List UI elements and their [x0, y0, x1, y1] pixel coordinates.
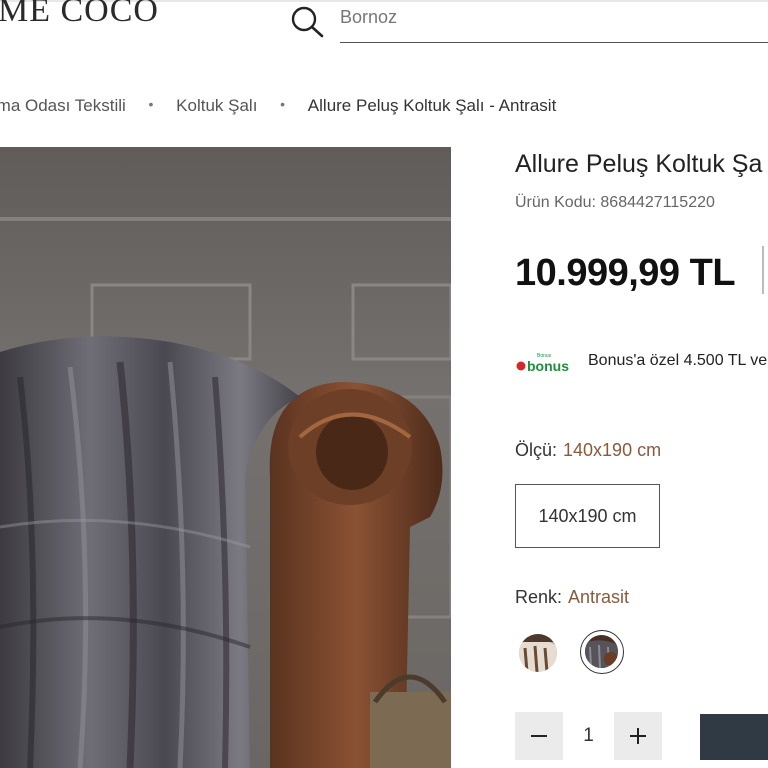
- bonus-campaign-text: Bonus'a özel 4.500 TL ve: [588, 352, 768, 369]
- size-label-text: Ölçü:: [515, 440, 558, 460]
- size-label: Ölçü: 140x190 cm: [515, 440, 661, 461]
- price-divider: [762, 246, 764, 294]
- color-label-text: Renk:: [515, 587, 563, 607]
- size-selected-value: 140x190 cm: [563, 440, 662, 460]
- quantity-increase-button[interactable]: [614, 712, 662, 760]
- plus-icon: [630, 728, 646, 744]
- search-input[interactable]: [340, 0, 768, 43]
- quantity-input[interactable]: [563, 712, 614, 760]
- breadcrumb-item-category[interactable]: rma Odası Tekstili: [0, 96, 126, 116]
- breadcrumb-separator: •: [280, 96, 286, 112]
- breadcrumb: rma Odası Tekstili • Koltuk Şalı • Allur…: [0, 96, 556, 116]
- breadcrumb-separator: •: [148, 96, 154, 112]
- search-icon[interactable]: [289, 4, 325, 38]
- breadcrumb-item-koltuk-sali[interactable]: Koltuk Şalı: [176, 96, 257, 116]
- product-price: 10.999,99 TL: [515, 252, 736, 294]
- sku-label: Ürün Kodu:: [515, 194, 596, 211]
- add-to-cart-button[interactable]: [700, 714, 768, 760]
- quantity-decrease-button[interactable]: [515, 712, 563, 760]
- bonus-card-logo: Bonus bonus: [516, 353, 569, 374]
- swatch-light-image: [519, 634, 557, 672]
- site-logo[interactable]: ME COCO: [0, 0, 159, 30]
- product-photo: [0, 147, 451, 768]
- product-image[interactable]: [0, 147, 451, 768]
- breadcrumb-item-current: Allure Peluş Koltuk Şalı - Antrasit: [307, 96, 557, 115]
- minus-icon: [531, 735, 547, 737]
- bonus-logo-text: bonus: [527, 358, 569, 374]
- swatch-antrasit-image: [585, 635, 618, 668]
- product-title: Allure Peluş Koltuk Şa: [515, 150, 763, 178]
- color-selected-value: Antrasit: [568, 587, 630, 607]
- sku-value: 8684427115220: [600, 194, 715, 211]
- color-swatch-light[interactable]: [519, 634, 557, 672]
- size-option-140x190[interactable]: 140x190 cm: [515, 484, 660, 548]
- color-label: Renk: Antrasit: [515, 587, 629, 608]
- product-sku: Ürün Kodu: 8684427115220: [515, 194, 715, 212]
- color-swatch-antrasit[interactable]: [580, 630, 624, 674]
